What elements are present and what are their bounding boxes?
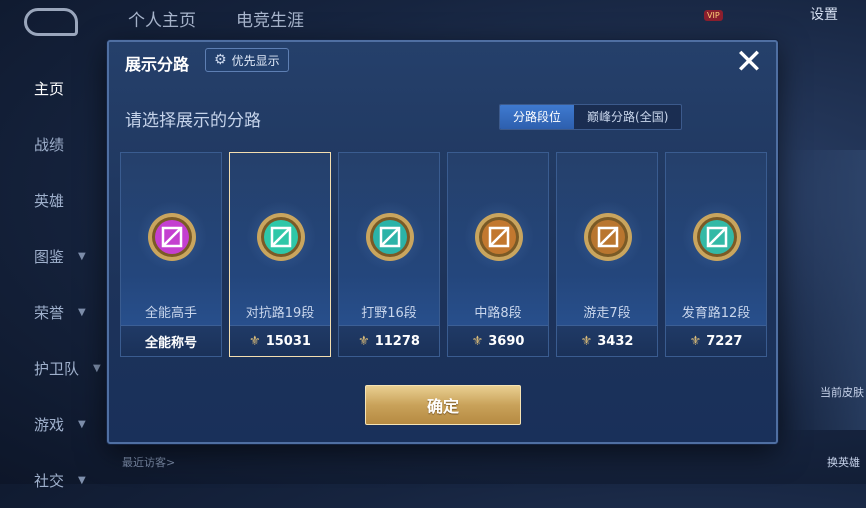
sidebar-item-label: 护卫队 <box>34 359 80 378</box>
lane-badge-icon <box>475 213 523 261</box>
sidebar-item-label: 战绩 <box>34 135 65 154</box>
recent-visitors-link[interactable]: 最近访客> <box>122 454 175 470</box>
chevron-down-icon: ▼ <box>78 418 86 430</box>
lane-name: 中路8段 <box>474 306 522 321</box>
settings-button[interactable]: 设置 <box>810 4 838 24</box>
confirm-button[interactable]: 确定 <box>365 385 521 425</box>
tab-peak-lane[interactable]: 巅峰分路(全国) <box>574 105 681 129</box>
lane-footer: ⚜ 7227 <box>666 325 766 356</box>
lane-name: 发育路12段 <box>681 306 751 321</box>
lane-card-list: 全能高手 全能称号 对抗路19段 ⚜ 15031 打野16段 ⚜ 11278 中路8段 ⚜ 3690… <box>120 152 767 357</box>
sidebar-item-record[interactable]: 战绩 <box>0 116 105 172</box>
lane-points-value: 3432 <box>597 333 634 349</box>
lane-card-farm-lane[interactable]: 发育路12段 ⚜ 7227 <box>665 152 767 357</box>
lane-title-label: 全能称号 <box>144 335 197 351</box>
lane-points-icon: ⚜ <box>689 333 702 349</box>
lane-badge-icon <box>148 213 196 261</box>
sidebar-item-label: 英雄 <box>34 191 65 210</box>
lane-display-dialog: 展示分路 ⚙ 优先显示 ✕ 请选择展示的分路 分路段位 巅峰分路(全国) 全能高… <box>107 40 778 444</box>
tab-lane-rank[interactable]: 分路段位 <box>500 105 575 129</box>
sidebar-item-guard[interactable]: 护卫队 ▼ <box>0 340 105 396</box>
lane-card-jungle[interactable]: 打野16段 ⚜ 11278 <box>338 152 440 357</box>
lane-card-mid-lane[interactable]: 中路8段 ⚜ 3690 <box>447 152 549 357</box>
lane-footer: ⚜ 3432 <box>557 325 657 356</box>
sidebar-item-social[interactable]: 社交 ▼ <box>0 452 105 508</box>
lane-points-value: 15031 <box>265 333 311 349</box>
lane-points-icon: ⚜ <box>249 333 261 349</box>
lane-card-clash-lane[interactable]: 对抗路19段 ⚜ 15031 <box>229 152 331 357</box>
lane-footer: ⚜ 3690 <box>448 325 548 356</box>
lane-points-value: 11278 <box>374 333 420 349</box>
vip-badge: VIP <box>704 10 723 21</box>
lane-points-icon: ⚜ <box>358 333 370 349</box>
lane-card-all-round[interactable]: 全能高手 全能称号 <box>120 152 222 357</box>
sidebar-item-label: 图鉴 <box>34 247 65 266</box>
tab-esports-career[interactable]: 电竞生涯 <box>236 6 304 31</box>
lane-badge-icon <box>366 213 414 261</box>
sidebar-item-game[interactable]: 游戏 ▼ <box>0 396 105 452</box>
priority-display-label: 优先显示 <box>231 53 280 68</box>
lane-footer: ⚜ 15031 <box>230 325 330 356</box>
background-sidebar: 主页 战绩 英雄 图鉴 ▼ 荣誉 ▼ 护卫队 ▼ 游戏 ▼ 社交 ▼ <box>0 60 105 508</box>
current-skin-label: 当前皮肤 <box>820 386 864 399</box>
dialog-subtitle: 请选择展示的分路 <box>125 111 261 131</box>
chevron-down-icon: ▼ <box>78 250 86 262</box>
lane-badge-icon <box>584 213 632 261</box>
lane-points-value: 7227 <box>706 333 743 349</box>
chevron-down-icon: ▼ <box>93 362 101 374</box>
sidebar-item-label: 游戏 <box>34 415 65 434</box>
sidebar-item-catalog[interactable]: 图鉴 ▼ <box>0 228 105 284</box>
lane-name: 全能高手 <box>144 306 197 321</box>
lane-footer: ⚜ 11278 <box>339 325 439 356</box>
chevron-down-icon: ▼ <box>78 306 86 318</box>
gear-icon: ⚙ <box>214 52 227 68</box>
sidebar-item-label: 主页 <box>34 79 65 98</box>
lane-points-value: 3690 <box>488 333 525 349</box>
close-button[interactable]: ✕ <box>732 45 766 80</box>
lane-footer: 全能称号 <box>121 325 221 356</box>
lane-name: 对抗路19段 <box>245 306 315 321</box>
back-icon[interactable] <box>24 8 78 36</box>
lane-name: 打野16段 <box>361 306 417 321</box>
sidebar-item-hero[interactable]: 英雄 <box>0 172 105 228</box>
lane-points-icon: ⚜ <box>580 333 593 349</box>
lane-mode-toggle: 分路段位 巅峰分路(全国) <box>499 104 683 130</box>
sidebar-item-label: 荣誉 <box>34 303 65 322</box>
lane-badge-icon <box>693 213 741 261</box>
lane-card-roam[interactable]: 游走7段 ⚜ 3432 <box>556 152 658 357</box>
tab-personal-home[interactable]: 个人主页 <box>128 6 196 31</box>
lane-name: 游走7段 <box>583 306 631 321</box>
sidebar-item-label: 社交 <box>34 471 65 490</box>
dialog-title: 展示分路 <box>125 55 190 74</box>
sidebar-item-honor[interactable]: 荣誉 ▼ <box>0 284 105 340</box>
sidebar-item-home[interactable]: 主页 <box>0 60 105 116</box>
change-hero-button[interactable]: 换英雄 <box>827 454 860 470</box>
lane-points-icon: ⚜ <box>471 333 484 349</box>
lane-badge-icon <box>257 213 305 261</box>
priority-display-button[interactable]: ⚙ 优先显示 <box>205 48 289 72</box>
